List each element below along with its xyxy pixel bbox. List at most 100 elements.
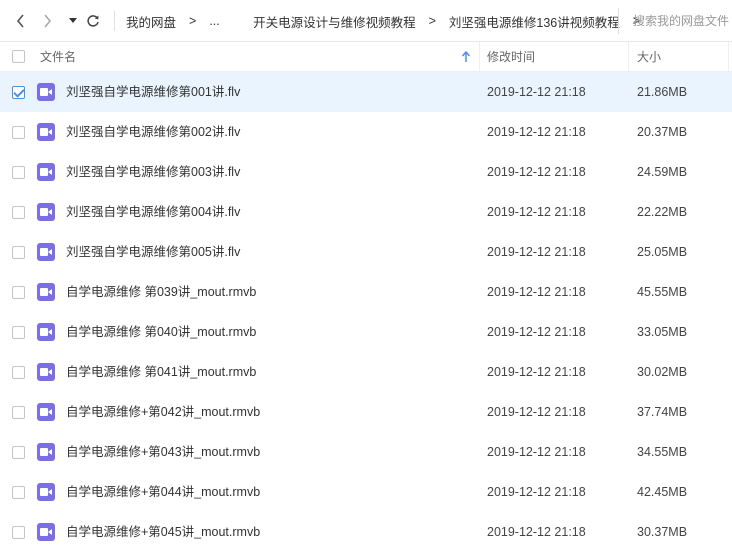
forward-button[interactable]	[38, 11, 56, 31]
column-header-name[interactable]: 文件名	[40, 42, 76, 72]
breadcrumb-ellipsis[interactable]: ...	[209, 14, 219, 28]
refresh-button[interactable]	[84, 11, 102, 31]
file-modified-time: 2019-12-12 21:18	[487, 485, 586, 499]
file-name[interactable]: 刘坚强自学电源维修第005讲.flv	[66, 232, 240, 272]
file-modified-time: 2019-12-12 21:18	[487, 445, 586, 459]
file-row[interactable]: 自学电源维修+第042讲_mout.rmvb 2019-12-12 21:18 …	[0, 392, 732, 432]
file-size: 34.55MB	[637, 445, 688, 459]
search-input[interactable]: 搜索我的网盘文件	[618, 8, 732, 34]
file-modified-time: 2019-12-12 21:18	[487, 525, 586, 539]
refresh-icon	[87, 15, 99, 27]
file-row[interactable]: 自学电源维修+第045讲_mout.rmvb 2019-12-12 21:18 …	[0, 512, 732, 552]
file-row[interactable]: 刘坚强自学电源维修第004讲.flv 2019-12-12 21:18 22.2…	[0, 192, 732, 232]
file-modified-time: 2019-12-12 21:18	[487, 365, 586, 379]
file-size: 30.02MB	[637, 365, 688, 379]
file-modified-time: 2019-12-12 21:18	[487, 245, 586, 259]
video-file-icon	[37, 323, 55, 341]
chevron-right-icon	[44, 14, 52, 28]
file-list: 刘坚强自学电源维修第001讲.flv 2019-12-12 21:18 21.8…	[0, 72, 732, 552]
video-file-icon	[37, 443, 55, 461]
file-row[interactable]: 自学电源维修 第039讲_mout.rmvb 2019-12-12 21:18 …	[0, 272, 732, 312]
file-modified-time: 2019-12-12 21:18	[487, 165, 586, 179]
file-row[interactable]: 刘坚强自学电源维修第003讲.flv 2019-12-12 21:18 24.5…	[0, 152, 732, 192]
file-row[interactable]: 刘坚强自学电源维修第005讲.flv 2019-12-12 21:18 25.0…	[0, 232, 732, 272]
video-file-icon	[37, 403, 55, 421]
file-size: 45.55MB	[637, 285, 688, 299]
chevron-left-icon	[16, 14, 24, 28]
file-size: 30.37MB	[637, 525, 688, 539]
file-name[interactable]: 刘坚强自学电源维修第003讲.flv	[66, 152, 240, 192]
breadcrumb-parent-folder[interactable]: 开关电源设计与维修视频教程	[253, 12, 416, 31]
column-header-size[interactable]: 大小	[637, 42, 661, 72]
file-size: 24.59MB	[637, 165, 688, 179]
row-checkbox[interactable]	[12, 326, 25, 339]
file-modified-time: 2019-12-12 21:18	[487, 325, 586, 339]
navigation-bar: 我的网盘 > ... > 开关电源设计与维修视频教程 > 刘坚强电源维修136讲…	[0, 0, 732, 42]
file-list-header: 文件名 修改时间 大小	[0, 42, 732, 72]
file-name[interactable]: 刘坚强自学电源维修第004讲.flv	[66, 192, 240, 232]
row-checkbox[interactable]	[12, 166, 25, 179]
file-name[interactable]: 自学电源维修 第040讲_mout.rmvb	[66, 312, 256, 352]
back-button[interactable]	[12, 11, 30, 31]
file-size: 25.05MB	[637, 245, 688, 259]
column-divider[interactable]	[628, 42, 629, 72]
file-size: 33.05MB	[637, 325, 688, 339]
breadcrumb: 我的网盘 > ... > 开关电源设计与维修视频教程 > 刘坚强电源维修136讲…	[126, 0, 653, 42]
file-row[interactable]: 自学电源维修+第044讲_mout.rmvb 2019-12-12 21:18 …	[0, 472, 732, 512]
row-checkbox[interactable]	[12, 286, 25, 299]
breadcrumb-root[interactable]: 我的网盘	[126, 12, 176, 31]
column-divider[interactable]	[479, 42, 480, 72]
row-checkbox[interactable]	[12, 486, 25, 499]
file-row[interactable]: 自学电源维修+第043讲_mout.rmvb 2019-12-12 21:18 …	[0, 432, 732, 472]
caret-down-icon	[69, 18, 77, 23]
file-size: 21.86MB	[637, 85, 688, 99]
column-header-modified[interactable]: 修改时间	[487, 42, 535, 72]
column-divider[interactable]	[728, 42, 729, 72]
file-row[interactable]: 自学电源维修 第041讲_mout.rmvb 2019-12-12 21:18 …	[0, 352, 732, 392]
file-size: 20.37MB	[637, 125, 688, 139]
video-file-icon	[37, 203, 55, 221]
video-file-icon	[37, 523, 55, 541]
file-row[interactable]: 刘坚强自学电源维修第001讲.flv 2019-12-12 21:18 21.8…	[0, 72, 732, 112]
row-checkbox[interactable]	[12, 406, 25, 419]
file-name[interactable]: 自学电源维修 第041讲_mout.rmvb	[66, 352, 256, 392]
video-file-icon	[37, 483, 55, 501]
file-name[interactable]: 自学电源维修+第042讲_mout.rmvb	[66, 392, 260, 432]
row-checkbox[interactable]	[12, 526, 25, 539]
breadcrumb-current-folder[interactable]: 刘坚强电源维修136讲视频教程	[449, 12, 620, 31]
file-name[interactable]: 自学电源维修+第045讲_mout.rmvb	[66, 512, 260, 552]
file-modified-time: 2019-12-12 21:18	[487, 405, 586, 419]
breadcrumb-separator: >	[428, 14, 436, 28]
video-file-icon	[37, 123, 55, 141]
file-size: 22.22MB	[637, 205, 688, 219]
file-name[interactable]: 自学电源维修+第043讲_mout.rmvb	[66, 432, 260, 472]
history-dropdown-button[interactable]	[64, 11, 82, 31]
row-checkbox[interactable]	[12, 126, 25, 139]
row-checkbox[interactable]	[12, 246, 25, 259]
file-name[interactable]: 刘坚强自学电源维修第001讲.flv	[66, 72, 240, 112]
file-name[interactable]: 自学电源维修+第044讲_mout.rmvb	[66, 472, 260, 512]
video-file-icon	[37, 243, 55, 261]
sort-ascending-icon[interactable]	[461, 50, 471, 64]
video-file-icon	[37, 283, 55, 301]
file-size: 42.45MB	[637, 485, 688, 499]
row-checkbox[interactable]	[12, 446, 25, 459]
file-row[interactable]: 刘坚强自学电源维修第002讲.flv 2019-12-12 21:18 20.3…	[0, 112, 732, 152]
toolbar-divider	[114, 11, 115, 31]
row-checkbox[interactable]	[12, 366, 25, 379]
select-all-checkbox[interactable]	[12, 50, 25, 63]
file-modified-time: 2019-12-12 21:18	[487, 125, 586, 139]
file-modified-time: 2019-12-12 21:18	[487, 205, 586, 219]
video-file-icon	[37, 163, 55, 181]
row-checkbox[interactable]	[12, 86, 25, 99]
file-name[interactable]: 自学电源维修 第039讲_mout.rmvb	[66, 272, 256, 312]
file-modified-time: 2019-12-12 21:18	[487, 85, 586, 99]
row-checkbox[interactable]	[12, 206, 25, 219]
file-size: 37.74MB	[637, 405, 688, 419]
breadcrumb-separator: >	[189, 14, 197, 28]
file-modified-time: 2019-12-12 21:18	[487, 285, 586, 299]
video-file-icon	[37, 83, 55, 101]
file-name[interactable]: 刘坚强自学电源维修第002讲.flv	[66, 112, 240, 152]
video-file-icon	[37, 363, 55, 381]
file-row[interactable]: 自学电源维修 第040讲_mout.rmvb 2019-12-12 21:18 …	[0, 312, 732, 352]
